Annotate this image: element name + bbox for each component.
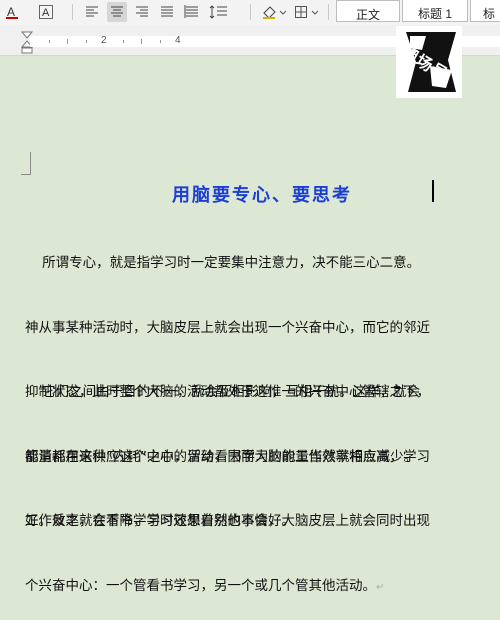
text-line: 它们之间由于目的不一，就会互相影响，互相干扰。这样，就会 (25, 384, 421, 400)
paragraph-2[interactable]: 它们之间由于目的不一，就会互相影响，互相干扰。这样，就会 都消耗在这种“内耗”之… (25, 339, 500, 555)
text-line: 所谓专心，就是指学习时一定要集中注意力，决不能三心二意。 (25, 255, 421, 271)
toolbar-separator (328, 4, 329, 20)
toolbar-separator (72, 4, 73, 20)
text-line: 神从事某种活动时，大脑皮层上就会出现一个兴奋中心，而它的邻近 (25, 319, 430, 336)
document-title[interactable]: 用脑要专心、要思考 (172, 181, 352, 207)
paragraph-mark: ↵ (376, 581, 385, 593)
ruler-tick (160, 40, 161, 43)
style-heading-1-label: 标题 1 (417, 7, 452, 21)
align-right-icon[interactable] (132, 2, 152, 22)
text-line-content: 个兴奋中心：一个管看书学习，另一个或几个管其他活动。 (25, 577, 376, 594)
ruler-tick (123, 40, 124, 43)
toolbar-separator (250, 4, 251, 20)
align-left-icon[interactable] (82, 2, 102, 22)
borders-icon[interactable] (292, 2, 320, 22)
paragraph-mark: ↵ (295, 517, 304, 528)
shading-icon[interactable] (260, 2, 288, 22)
text-line: 个兴奋中心：一个管看书学习，另一个或几个管其他活动。↵ (25, 576, 500, 599)
align-center-icon[interactable] (107, 2, 127, 22)
svg-text:A: A (7, 5, 15, 19)
ruler-tick (86, 40, 87, 43)
align-justify-icon[interactable] (157, 2, 177, 22)
text-line: 工作效率就会下降，学习效果自然也不会好。↵ (25, 511, 500, 534)
ruler-number: 2 (101, 35, 107, 46)
distributed-icon[interactable] (182, 2, 202, 22)
style-normal-label: 正文 (355, 8, 380, 22)
svg-text:A: A (42, 7, 50, 19)
ruler-tick (49, 40, 50, 43)
text-line: 都消耗在这种“内耗”之中，留给看书学习的能量当然就相应减少。 (25, 448, 417, 465)
style-normal[interactable]: 正文 (336, 0, 400, 22)
ruler-tick (67, 39, 68, 44)
char-border-a-icon[interactable]: A (36, 2, 56, 22)
ribbon-toolbar: A A 正文 标题 1 标 (0, 0, 500, 25)
ruler-number: 4 (175, 35, 181, 46)
style-heading-2-label: 标 (483, 7, 496, 21)
margin-crop-mark (21, 152, 31, 175)
ruler-tick (141, 39, 142, 44)
text-line-content: 工作效率就会下降，学习效果自然也不会好。 (25, 513, 295, 529)
text-cursor (432, 180, 434, 202)
line-spacing-icon[interactable] (209, 2, 229, 22)
font-color-a-icon[interactable]: A (2, 2, 22, 22)
style-heading-1[interactable]: 标题 1 (402, 0, 468, 22)
style-heading-2[interactable]: 标 (470, 0, 500, 22)
